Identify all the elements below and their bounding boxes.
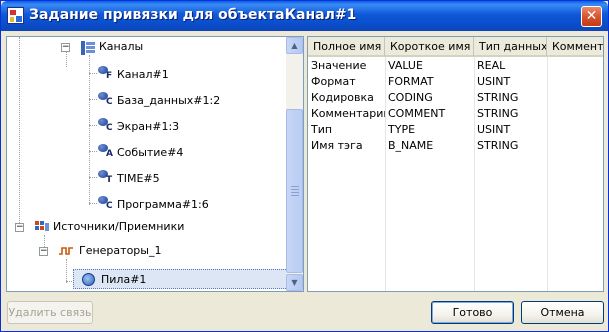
cell-full-name: Кодировка bbox=[311, 91, 374, 104]
dialog-window: Задание привязки для объектаКанал#1 ✕ − … bbox=[0, 0, 609, 332]
column-header-data-type[interactable]: Тип данных bbox=[474, 37, 547, 56]
variable-icon: C bbox=[98, 195, 113, 211]
tree-item-database[interactable]: C База_данных#1:2 bbox=[7, 91, 287, 109]
tree-item-program[interactable]: C Программа#1:6 bbox=[7, 195, 287, 213]
tree-item-label: Канал#1 bbox=[117, 68, 169, 81]
sources-icon bbox=[35, 221, 50, 235]
variable-icon: C bbox=[98, 117, 113, 133]
tree-item-label: Экран#1:3 bbox=[117, 120, 180, 133]
tree-node-label: Генераторы_1 bbox=[79, 244, 162, 257]
ok-button[interactable]: Готово bbox=[431, 301, 514, 324]
tree-item-label: Пила#1 bbox=[101, 273, 147, 286]
tree-item-event[interactable]: A Событие#4 bbox=[7, 143, 287, 161]
tree-item-label: Событие#4 bbox=[117, 146, 184, 159]
title-bar[interactable]: Задание привязки для объектаКанал#1 ✕ bbox=[1, 1, 608, 31]
table-row[interactable]: Имя тэга B_NAME STRING bbox=[308, 138, 603, 154]
column-header-comment[interactable]: Коммент bbox=[547, 37, 603, 56]
cell-short-name: CODING bbox=[388, 91, 433, 104]
cell-data-type: USINT bbox=[477, 75, 511, 88]
table-row[interactable]: Кодировка CODING STRING bbox=[308, 90, 603, 106]
window-title: Задание привязки для объектаКанал#1 bbox=[29, 7, 357, 23]
app-icon bbox=[7, 7, 24, 24]
tree-node-channels[interactable]: − Каналы bbox=[7, 39, 287, 57]
table-row[interactable]: Значение VALUE REAL bbox=[308, 58, 603, 74]
tree-item-saw-selected[interactable]: Пила#1 bbox=[73, 269, 288, 289]
close-button[interactable]: ✕ bbox=[581, 6, 602, 27]
grid-header: Полное имя Короткое имя Тип данных Комме… bbox=[308, 37, 603, 57]
cell-full-name: Имя тэга bbox=[311, 139, 363, 152]
tree-item-channel-1[interactable]: F Канал#1 bbox=[7, 65, 287, 83]
table-row[interactable]: Комментарий COMMENT STRING bbox=[308, 106, 603, 122]
variable-icon: C bbox=[98, 91, 113, 107]
table-row[interactable]: Формат FORMAT USINT bbox=[308, 74, 603, 90]
cell-data-type: USINT bbox=[477, 123, 511, 136]
properties-grid[interactable]: Полное имя Короткое имя Тип данных Комме… bbox=[307, 36, 604, 292]
cell-short-name: TYPE bbox=[388, 123, 416, 136]
cell-data-type: REAL bbox=[477, 59, 506, 72]
scroll-down-arrow-icon[interactable]: ▼ bbox=[286, 274, 303, 291]
tree-node-sources[interactable]: − Источники/Приемники bbox=[7, 219, 287, 237]
collapse-icon[interactable]: − bbox=[39, 247, 48, 256]
cell-full-name: Комментарий bbox=[311, 107, 385, 120]
column-header-short-name[interactable]: Короткое имя bbox=[385, 37, 474, 56]
remove-link-button[interactable]: Удалить связь bbox=[7, 301, 93, 324]
cell-full-name: Формат bbox=[311, 75, 356, 88]
collapse-icon[interactable]: − bbox=[15, 223, 24, 232]
tree-node-label: Каналы bbox=[99, 40, 144, 53]
tree-item-screen[interactable]: C Экран#1:3 bbox=[7, 117, 287, 135]
tree-scrollbar[interactable]: ▲ ▼ bbox=[286, 37, 303, 291]
tree-view[interactable]: − Каналы F Канал#1 C База_данных#1:2 C Э… bbox=[6, 36, 304, 292]
tree-item-time[interactable]: T TIME#5 bbox=[7, 169, 287, 187]
scroll-up-arrow-icon[interactable]: ▲ bbox=[286, 37, 303, 54]
column-header-full-name[interactable]: Полное имя bbox=[308, 37, 385, 56]
variable-icon: T bbox=[98, 169, 112, 185]
collapse-icon[interactable]: − bbox=[61, 43, 70, 52]
variable-icon: A bbox=[98, 143, 113, 159]
generator-icon bbox=[59, 246, 73, 256]
saw-generator-icon bbox=[82, 273, 95, 286]
cell-short-name: VALUE bbox=[388, 59, 423, 72]
tree-node-label: Источники/Приемники bbox=[53, 220, 185, 233]
cell-data-type: STRING bbox=[477, 139, 519, 152]
cell-short-name: COMMENT bbox=[388, 107, 446, 120]
cell-short-name: FORMAT bbox=[388, 75, 434, 88]
cancel-button[interactable]: Отмена bbox=[521, 301, 604, 324]
cell-data-type: STRING bbox=[477, 107, 519, 120]
table-row[interactable]: Тип TYPE USINT bbox=[308, 122, 603, 138]
tree-node-generators[interactable]: − Генераторы_1 bbox=[7, 243, 287, 261]
cell-data-type: STRING bbox=[477, 91, 519, 104]
channels-folder-icon bbox=[81, 41, 95, 55]
tree-item-label: Программа#1:6 bbox=[117, 198, 209, 211]
cell-short-name: B_NAME bbox=[388, 139, 434, 152]
cell-full-name: Значение bbox=[311, 59, 367, 72]
tree-item-label: TIME#5 bbox=[117, 172, 160, 185]
scroll-thumb[interactable] bbox=[286, 109, 303, 273]
variable-icon: F bbox=[98, 65, 112, 81]
cell-full-name: Тип bbox=[311, 123, 333, 136]
tree-item-label: База_данных#1:2 bbox=[117, 94, 221, 107]
